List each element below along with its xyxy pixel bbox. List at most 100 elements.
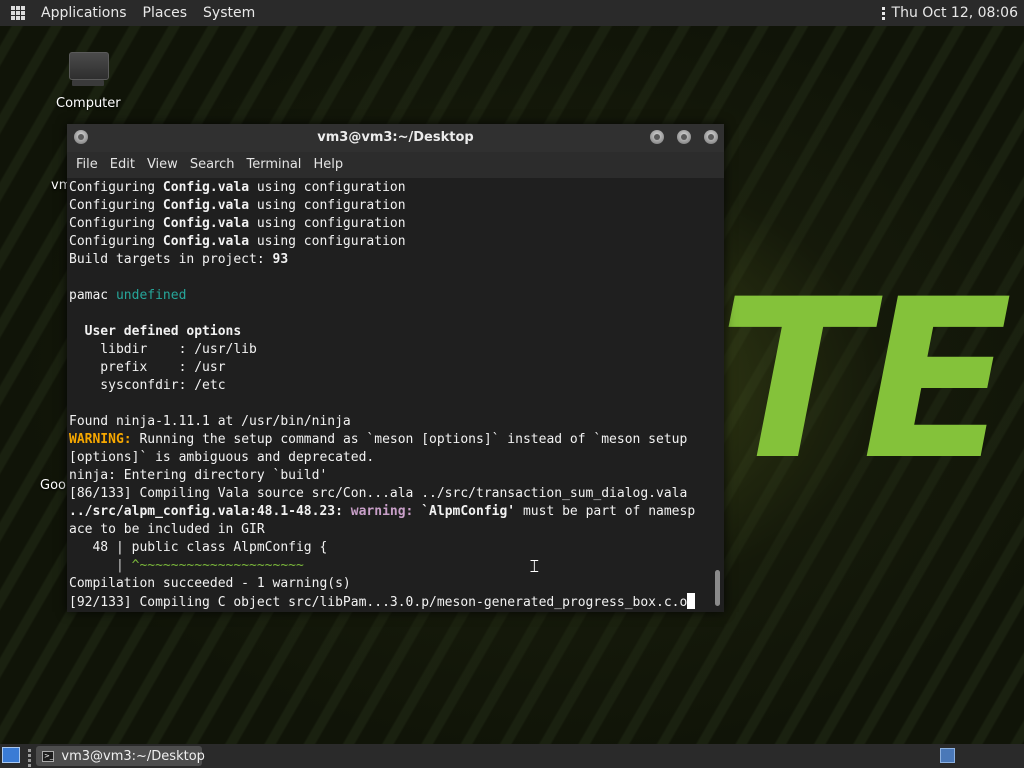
terminal-menubar: File Edit View Search Terminal Help — [67, 152, 724, 178]
terminal-line: | ^~~~~~~~~~~~~~~~~~~~~~ — [69, 557, 709, 575]
terminal-text-run: Configuring — [69, 198, 163, 213]
terminal-line: Compilation succeeded - 1 warning(s) — [69, 575, 709, 593]
applications-menu[interactable]: Applications — [33, 0, 135, 26]
terminal-text-run: ninja: Entering directory `build' — [69, 468, 328, 483]
terminal-text-run: | — [69, 558, 132, 573]
text-cursor-icon: 𝙸 — [528, 556, 541, 577]
terminal-icon: >_ — [42, 750, 55, 762]
top-panel-right: Thu Oct 12, 08:06 — [881, 0, 1018, 26]
menu-help[interactable]: Help — [307, 152, 349, 178]
terminal-text-run: undefined — [115, 288, 187, 303]
terminal-line: Configuring Config.vala using configurat… — [69, 179, 709, 197]
terminal-cursor — [687, 593, 696, 609]
taskbar-label: vm3@vm3:~/Desktop — [61, 748, 205, 764]
terminal-text-run: Running the setup command as `meson [opt… — [131, 432, 688, 447]
menu-terminal[interactable]: Terminal — [240, 152, 307, 178]
terminal-line: Configuring Config.vala using configurat… — [69, 233, 709, 251]
terminal-text-run: Configuring — [69, 216, 163, 231]
terminal-line: ace to be included in GIR — [69, 521, 709, 539]
terminal-text-run: ../src/alpm_config.vala:48.1-48.23: — [69, 504, 343, 519]
terminal-text-run — [343, 504, 351, 519]
terminal-line: User defined options — [69, 323, 709, 341]
terminal-text-run: 48 | public class AlpmConfig { — [69, 540, 328, 555]
terminal-line: Build targets in project: 93 — [69, 251, 709, 269]
places-menu[interactable]: Places — [135, 0, 196, 26]
close-icon[interactable] — [704, 130, 718, 144]
wallpaper-logo: TE — [718, 252, 1012, 508]
terminal-text-run: Config.vala — [162, 234, 250, 249]
terminal-text-run: libdir : /usr/lib — [69, 342, 257, 357]
terminal-text-run: `AlpmConfig' — [421, 504, 516, 519]
panel-handle-icon[interactable] — [28, 749, 31, 767]
terminal-text-run: Compilation succeeded - 1 warning(s) — [69, 576, 351, 591]
terminal-text-run — [69, 324, 85, 339]
terminal-text-run: using configuration — [249, 234, 406, 249]
system-menu[interactable]: System — [195, 0, 263, 26]
terminal-text-run: using configuration — [249, 198, 406, 213]
menu-view[interactable]: View — [141, 152, 184, 178]
menu-search[interactable]: Search — [184, 152, 241, 178]
terminal-line: sysconfdir: /etc — [69, 377, 709, 395]
terminal-text-run: Found ninja-1.11.1 at /usr/bin/ninja — [69, 414, 351, 429]
desktop-icon-computer[interactable]: Computer — [56, 50, 121, 111]
menu-file[interactable]: File — [70, 152, 104, 178]
computer-icon — [68, 50, 109, 86]
terminal-text-run: [92/133] Compiling C object src/libPam..… — [69, 595, 688, 610]
terminal-text-run: sysconfdir: /etc — [69, 378, 226, 393]
maximize-icon[interactable] — [677, 130, 691, 144]
show-desktop-icon[interactable] — [2, 747, 20, 763]
menu-edit[interactable]: Edit — [104, 152, 141, 178]
clock[interactable]: Thu Oct 12, 08:06 — [892, 5, 1018, 21]
terminal-line: Configuring Config.vala using configurat… — [69, 215, 709, 233]
desktop-icon-label-partial[interactable]: Goo — [40, 478, 66, 493]
applications-grid-icon[interactable] — [11, 6, 25, 20]
terminal-text-run: pamac — [69, 288, 116, 303]
terminal-line: [options]` is ambiguous and deprecated. — [69, 449, 709, 467]
terminal-line: ninja: Entering directory `build' — [69, 467, 709, 485]
terminal-line: 48 | public class AlpmConfig { — [69, 539, 709, 557]
terminal-line: WARNING: Running the setup command as `m… — [69, 431, 709, 449]
terminal-text-run: using configuration — [249, 180, 406, 195]
minimize-icon[interactable] — [650, 130, 664, 144]
terminal-text-run: [86/133] Compiling Vala source src/Con..… — [69, 486, 688, 501]
terminal-line: Configuring Config.vala using configurat… — [69, 197, 709, 215]
terminal-text-run: User defined options — [84, 324, 242, 339]
terminal-line: libdir : /usr/lib — [69, 341, 709, 359]
terminal-text-run: Configuring — [69, 234, 163, 249]
terminal-text-run: Config.vala — [162, 180, 250, 195]
bottom-panel: >_ vm3@vm3:~/Desktop — [0, 744, 1024, 768]
taskbar-button-terminal[interactable]: >_ vm3@vm3:~/Desktop — [36, 746, 205, 766]
terminal-text-run: ace to be included in GIR — [69, 522, 265, 537]
terminal-line: [92/133] Compiling C object src/libPam..… — [69, 593, 709, 611]
terminal-line: prefix : /usr — [69, 359, 709, 377]
workspace-switcher[interactable] — [940, 748, 955, 763]
top-panel: Applications Places System Thu Oct 12, 0… — [0, 0, 1024, 26]
terminal-line: [86/133] Compiling Vala source src/Con..… — [69, 485, 709, 503]
desktop-icon-label: Computer — [56, 96, 121, 111]
terminal-output[interactable]: Configuring Config.vala using configurat… — [67, 178, 724, 612]
terminal-text-run: warning: — [350, 504, 414, 519]
terminal-text: Configuring Config.vala using configurat… — [69, 179, 709, 611]
scrollbar-thumb[interactable] — [715, 570, 720, 606]
window-title: vm3@vm3:~/Desktop — [317, 130, 474, 145]
terminal-text-run: [options]` is ambiguous and deprecated. — [69, 450, 375, 465]
terminal-text-run: prefix : /usr — [69, 360, 226, 375]
terminal-text-run: Configuring — [69, 180, 163, 195]
terminal-line: pamac undefined — [69, 287, 709, 305]
terminal-text-run: Build targets in project: — [69, 252, 273, 267]
terminal-line: ../src/alpm_config.vala:48.1-48.23: warn… — [69, 503, 709, 521]
terminal-line: Found ninja-1.11.1 at /usr/bin/ninja — [69, 413, 709, 431]
terminal-text-run: using configuration — [249, 216, 406, 231]
terminal-text-run: ^~~~~~~~~~~~~~~~~~~~~~ — [131, 558, 304, 573]
terminal-text-run: must be part of namesp — [515, 504, 696, 519]
panel-handle-icon[interactable] — [881, 6, 885, 20]
terminal-text-run: 93 — [272, 252, 289, 267]
terminal-text-run: Config.vala — [162, 198, 250, 213]
terminal-window: vm3@vm3:~/Desktop File Edit View Search … — [67, 124, 724, 612]
terminal-text-run: WARNING: — [69, 432, 132, 447]
window-titlebar[interactable]: vm3@vm3:~/Desktop — [67, 124, 724, 152]
terminal-text-run: Config.vala — [162, 216, 250, 231]
